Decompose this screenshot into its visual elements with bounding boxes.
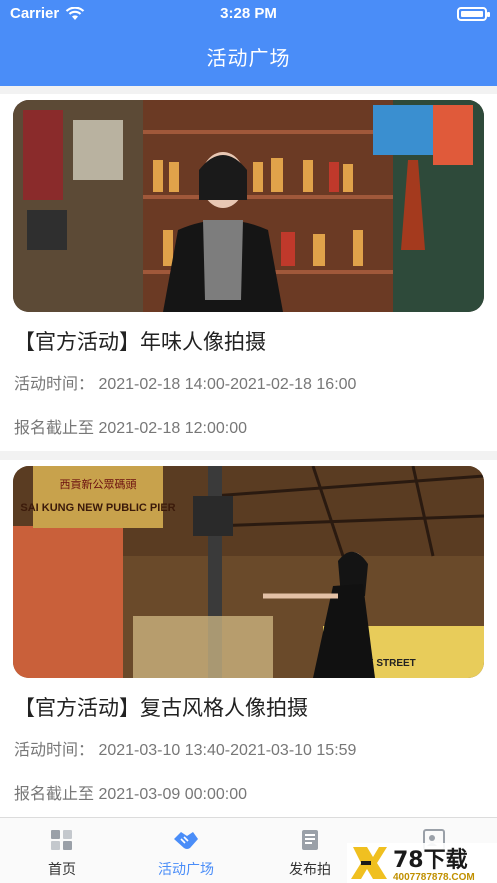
battery-icon [457,7,490,21]
home-grid-icon [51,830,72,850]
tab-home[interactable]: 首页 [0,818,124,883]
site-watermark: 78下载 4007787878.COM [347,843,497,883]
status-bar: Carrier 3:28 PM [0,0,497,28]
activity-list[interactable]: 【官方活动】年味人像拍摄 活动时间： 2021-02-18 14:00-2021… [0,86,497,817]
tab-bar: 首页 活动广场 发布拍 78下载 4007787878.COM [0,817,497,883]
activity-title: 【官方活动】年味人像拍摄 [14,331,266,354]
tab-label: 首页 [48,861,76,877]
activity-title: 【官方活动】复古风格人像拍摄 [14,697,308,720]
portrait-in-shop-photo[interactable] [13,100,484,312]
handshake-icon [174,832,198,849]
activity-card[interactable]: 西貢新公眾碼頭 SAI KUNG NEW PUBLIC PIER TEMPLE … [0,460,497,817]
publish-doc-icon [302,830,318,850]
page-title: 活动广场 [206,48,291,70]
pier-sign-chinese: 西貢新公眾碼頭 [60,477,137,491]
nav-header: Carrier 3:28 PM 活动广场 [0,0,497,86]
activity-card[interactable]: 【官方活动】年味人像拍摄 活动时间： 2021-02-18 14:00-2021… [0,94,497,451]
pier-sign-english: SAI KUNG NEW PUBLIC PIER [20,502,175,514]
watermark-logo-text: 78下载 [393,847,468,873]
tab-label: 活动广场 [158,861,214,877]
status-time: 3:28 PM [220,5,277,22]
retro-street-portrait-photo[interactable]: 西貢新公眾碼頭 SAI KUNG NEW PUBLIC PIER TEMPLE … [13,466,484,678]
activity-time: 活动时间： 2021-02-18 14:00-2021-02-18 16:00 [14,376,357,393]
watermark-url: 4007787878.COM [393,872,475,883]
activity-time: 活动时间： 2021-03-10 13:40-2021-03-10 15:59 [14,742,357,759]
activity-deadline: 报名截止至 2021-02-18 12:00:00 [14,420,248,437]
tab-activity-square[interactable]: 活动广场 [124,818,248,883]
activity-deadline: 报名截止至 2021-03-09 00:00:00 [14,786,248,803]
